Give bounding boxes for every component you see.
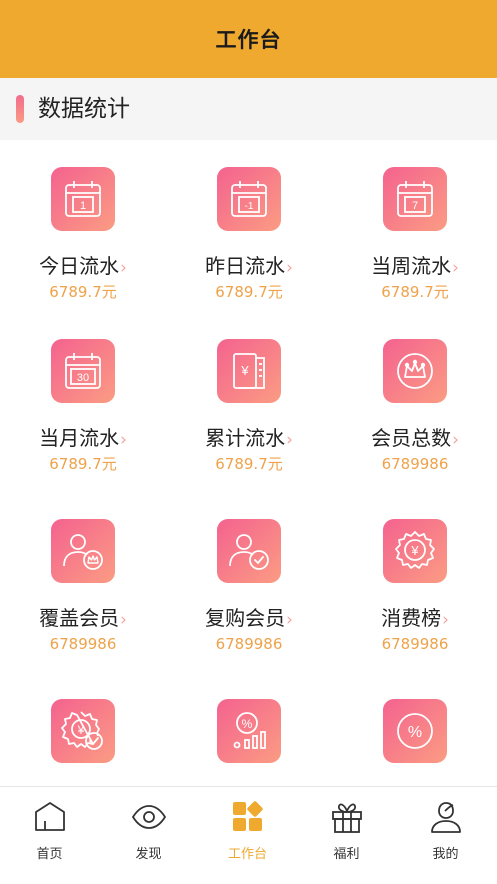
eye-icon [131, 805, 166, 829]
stat-today-revenue[interactable]: 1 今日流水› 6789.7元 [0, 140, 166, 312]
stat-label: 当周流水 [371, 254, 452, 278]
chevron-right-icon: › [286, 610, 293, 630]
section-title: 数据统计 [38, 96, 130, 122]
crown-icon [383, 339, 447, 403]
member-crown-icon [51, 519, 115, 583]
page-title: 工作台 [215, 28, 282, 52]
stat-label: 会员总数 [371, 426, 452, 450]
tab-profile[interactable]: 我的 [396, 787, 495, 884]
stat-total-revenue[interactable]: ¥ 累计流水› 6789.7元 [166, 312, 332, 484]
member-check-icon [217, 519, 281, 583]
stat-value: 6789986 [381, 635, 449, 653]
tab-discover[interactable]: 发现 [99, 787, 198, 884]
tab-label: 首页 [36, 847, 63, 862]
stat-label: 消费榜 [381, 606, 442, 630]
svg-text:¥: ¥ [240, 363, 249, 378]
chevron-right-icon: › [120, 610, 127, 630]
chevron-right-icon: › [286, 430, 293, 450]
tab-benefits[interactable]: 福利 [297, 787, 396, 884]
calendar-icon: -1 [217, 167, 281, 231]
chevron-right-icon: › [286, 258, 293, 278]
svg-text:%: % [242, 717, 253, 731]
stat-value: 6789986 [215, 635, 283, 653]
tab-label: 发现 [135, 847, 162, 862]
stat-label: 今日流水 [39, 254, 120, 278]
stat-value: 6789986 [49, 635, 117, 653]
stat-label: 昨日流水 [205, 254, 286, 278]
yen-badge-check-icon: ¥ [51, 699, 115, 763]
yen-badge-icon: ¥ [383, 519, 447, 583]
stat-value: 6789.7元 [49, 283, 117, 301]
calendar-icon: 1 [51, 167, 115, 231]
stat-label: 覆盖会员 [39, 606, 120, 630]
stat-label: 复购会员 [205, 606, 286, 630]
top-nav-bar: 工作台 [0, 0, 497, 78]
stat-covered-members[interactable]: 覆盖会员› 6789986 [0, 492, 166, 664]
stat-value: 6789.7元 [49, 455, 117, 473]
tab-workbench[interactable]: 工作台 [198, 787, 297, 884]
section-header: 数据统计 [0, 78, 497, 140]
stat-label: 当月流水 [39, 426, 120, 450]
stat-value: 6789.7元 [215, 283, 283, 301]
stat-month-revenue[interactable]: 30 当月流水› 6789.7元 [0, 312, 166, 484]
tab-label: 工作台 [227, 847, 267, 862]
calendar-icon: 30 [51, 339, 115, 403]
stat-percent-circle[interactable]: % [332, 672, 497, 786]
tab-home[interactable]: 首页 [0, 787, 99, 884]
percent-circle-icon: % [383, 699, 447, 763]
section-accent-bar [16, 95, 24, 123]
chevron-right-icon: › [120, 430, 127, 450]
stat-label: 累计流水 [205, 426, 286, 450]
calendar-icon: 7 [383, 167, 447, 231]
stats-grid: 1 今日流水› 6789.7元 -1 昨日流水› 6789.7元 7 当周流水›… [0, 140, 497, 786]
chevron-right-icon: › [452, 430, 459, 450]
stat-spending-ranking[interactable]: ¥ 消费榜› 6789986 [332, 492, 497, 664]
svg-text:¥: ¥ [410, 543, 419, 558]
stat-yesterday-revenue[interactable]: -1 昨日流水› 6789.7元 [166, 140, 332, 312]
ledger-yen-icon: ¥ [217, 339, 281, 403]
svg-text:30: 30 [77, 372, 89, 384]
profile-icon [430, 802, 461, 833]
stat-percent-chart[interactable]: % [166, 672, 332, 786]
tab-label: 福利 [333, 847, 360, 862]
svg-text:1: 1 [80, 200, 86, 212]
gift-icon [331, 803, 362, 833]
stat-value: 6789.7元 [381, 283, 449, 301]
stat-total-members[interactable]: 会员总数› 6789986 [332, 312, 497, 484]
percent-chart-icon: % [217, 699, 281, 763]
chevron-right-icon: › [452, 258, 459, 278]
svg-text:7: 7 [412, 200, 418, 212]
svg-text:-1: -1 [245, 201, 254, 212]
stat-week-revenue[interactable]: 7 当周流水› 6789.7元 [332, 140, 497, 312]
chevron-right-icon: › [442, 610, 449, 630]
home-icon [34, 802, 65, 831]
svg-text:%: % [408, 724, 422, 741]
chevron-right-icon: › [120, 258, 127, 278]
bottom-tab-bar: 首页 发现 工作台 福利 我的 [0, 786, 497, 884]
stat-value: 6789986 [381, 455, 449, 473]
stat-repeat-members[interactable]: 复购会员› 6789986 [166, 492, 332, 664]
workbench-icon [232, 801, 263, 831]
svg-text:¥: ¥ [77, 723, 85, 737]
tab-label: 我的 [432, 847, 459, 862]
stat-yen-badge-check[interactable]: ¥ [0, 672, 166, 786]
stat-value: 6789.7元 [215, 455, 283, 473]
